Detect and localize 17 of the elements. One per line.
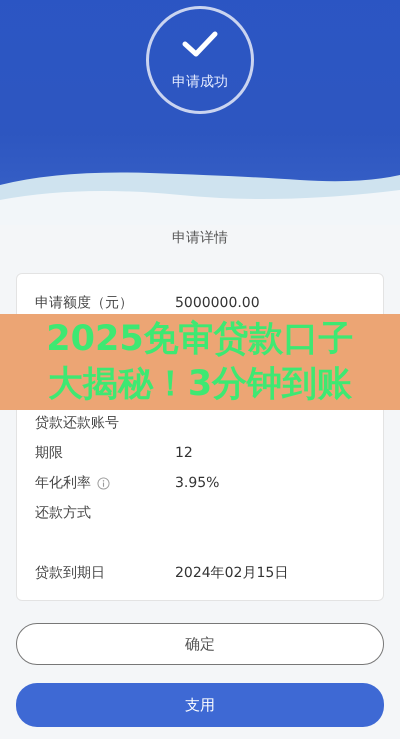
confirm-button[interactable]: 确定 — [16, 623, 384, 665]
status-title: 申请成功 — [172, 73, 228, 91]
field-value: 5000000.00 — [175, 295, 260, 311]
field-label: 年化利率 — [35, 474, 91, 492]
field-label: 贷款到期日 — [35, 564, 105, 582]
info-icon[interactable] — [97, 476, 110, 490]
field-label: 贷款还款账号 — [35, 414, 119, 432]
section-title: 申请详情 — [171, 229, 229, 248]
field-value: 2024年02月15日 — [175, 564, 288, 582]
field-value: 3.95% — [175, 475, 220, 491]
withdraw-button[interactable]: 支用 — [16, 683, 384, 727]
headline-text: 大揭秘！3分钟到账 — [48, 363, 352, 406]
field-value: 12 — [175, 445, 193, 461]
field-label: 还款方式 — [35, 504, 91, 522]
headline-text: 2025免审贷款口子 — [46, 318, 354, 361]
field-label: 申请额度（元） — [35, 294, 133, 312]
field-label: 期限 — [35, 444, 63, 462]
